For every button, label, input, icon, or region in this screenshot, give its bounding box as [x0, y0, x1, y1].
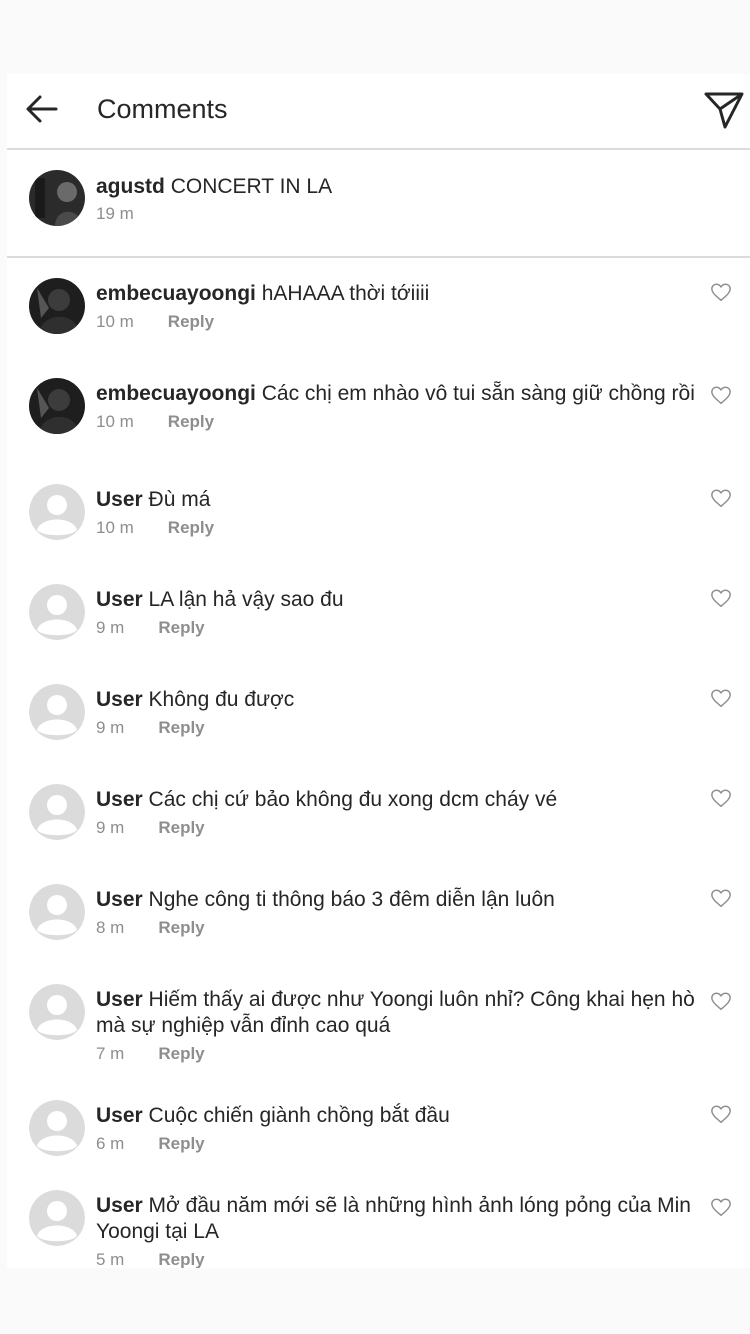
comment-text: Mở đầu năm mới sẽ là những hình ảnh lóng… [96, 1194, 691, 1243]
avatar[interactable] [29, 484, 85, 540]
comment-item: User Các chị cứ bảo không đu xong dcm ch… [7, 764, 750, 864]
comment-item: User Cuộc chiến giành chồng bắt đầu 6 m Re… [7, 1080, 750, 1170]
reply-button[interactable]: Reply [158, 818, 204, 837]
avatar[interactable] [29, 170, 85, 226]
comment-username[interactable]: User [96, 1194, 143, 1217]
heart-icon[interactable] [710, 1103, 732, 1125]
post-caption: agustd CONCERT IN LA 19 m [7, 150, 750, 258]
comment-time: 9 m [96, 818, 125, 837]
avatar[interactable] [29, 784, 85, 840]
comment-time: 10 m [96, 312, 134, 331]
comment-text: Nghe công ti thông báo 3 đêm diễn lận lu… [148, 888, 555, 911]
heart-icon[interactable] [710, 384, 732, 406]
comment-time: 9 m [96, 718, 125, 737]
reply-button[interactable]: Reply [158, 618, 204, 637]
comment-body: embecuayoongi Các chị em nhào vô tui sẵn… [96, 381, 696, 432]
caption-username[interactable]: agustd [96, 175, 165, 198]
heart-icon[interactable] [710, 990, 732, 1012]
heart-icon[interactable] [710, 1196, 732, 1218]
comment-body: User Đù má 10 m Reply [96, 487, 696, 538]
header-bar: Comments [7, 74, 750, 150]
reply-button[interactable]: Reply [158, 1250, 204, 1268]
avatar[interactable] [29, 684, 85, 740]
heart-icon[interactable] [710, 487, 732, 509]
comment-text: LA lận hả vậy sao đu [148, 588, 344, 611]
send-icon[interactable] [703, 89, 745, 131]
comment-time: 7 m [96, 1044, 125, 1063]
comment-item: User Đù má 10 m Reply [7, 464, 750, 564]
comment-username[interactable]: User [96, 588, 143, 611]
comment-text: Cuộc chiến giành chồng bắt đầu [148, 1104, 450, 1127]
reply-button[interactable]: Reply [168, 312, 214, 331]
back-arrow-icon[interactable] [25, 92, 59, 126]
comment-text: hAHAAA thời tớiiii [261, 282, 430, 305]
heart-icon[interactable] [710, 787, 732, 809]
comment-list: embecuayoongi hAHAAA thời tớiiii 10 m Repl… [7, 258, 750, 1268]
comment-username[interactable]: User [96, 1104, 143, 1127]
comment-username[interactable]: User [96, 788, 143, 811]
comment-username[interactable]: User [96, 888, 143, 911]
caption-text: CONCERT IN LA [170, 175, 333, 198]
heart-icon[interactable] [710, 587, 732, 609]
comment-time: 8 m [96, 918, 125, 937]
comment-item: User LA lận hả vậy sao đu 9 m Reply [7, 564, 750, 664]
avatar[interactable] [29, 884, 85, 940]
comment-item: User Mở đầu năm mới sẽ là những hình ảnh… [7, 1170, 750, 1268]
comment-body: User Cuộc chiến giành chồng bắt đầu 6 m Re… [96, 1103, 696, 1154]
comment-text: Các chị em nhào vô tui sẵn sàng giữ chồn… [261, 382, 695, 405]
reply-button[interactable]: Reply [168, 412, 214, 431]
comment-body: User Mở đầu năm mới sẽ là những hình ảnh… [96, 1193, 696, 1268]
comment-text: Không đu được [148, 688, 295, 711]
comment-body: User Hiếm thấy ai được như Yoongi luôn n… [96, 987, 696, 1064]
reply-button[interactable]: Reply [158, 1044, 204, 1063]
heart-icon[interactable] [710, 887, 732, 909]
comment-item: User Không đu được 9 m Reply [7, 664, 750, 764]
avatar[interactable] [29, 584, 85, 640]
comment-item: embecuayoongi Các chị em nhào vô tui sẵn… [7, 358, 750, 464]
avatar[interactable] [29, 1190, 85, 1246]
page-title: Comments [97, 94, 228, 124]
comment-time: 9 m [96, 618, 125, 637]
comment-time: 5 m [96, 1250, 125, 1268]
comment-text: Các chị cứ bảo không đu xong dcm cháy vé [148, 788, 558, 811]
comment-body: User LA lận hả vậy sao đu 9 m Reply [96, 587, 696, 638]
comment-body: User Nghe công ti thông báo 3 đêm diễn l… [96, 887, 696, 938]
comment-username[interactable]: User [96, 688, 143, 711]
reply-button[interactable]: Reply [158, 1134, 204, 1153]
comment-text: Hiếm thấy ai được như Yoongi luôn nhỉ? C… [96, 988, 695, 1037]
comment-time: 6 m [96, 1134, 125, 1153]
comment-username[interactable]: User [96, 488, 143, 511]
comment-username[interactable]: embecuayoongi [96, 382, 256, 405]
comments-screen: Comments agustd CONCERT IN LA 19 m embec… [7, 74, 750, 1268]
comment-body: User Không đu được 9 m Reply [96, 687, 696, 738]
heart-icon[interactable] [710, 687, 732, 709]
comment-item: User Hiếm thấy ai được như Yoongi luôn n… [7, 964, 750, 1080]
comment-username[interactable]: User [96, 988, 143, 1011]
avatar[interactable] [29, 1100, 85, 1156]
avatar[interactable] [29, 278, 85, 334]
comment-item: embecuayoongi hAHAAA thời tớiiii 10 m Repl… [7, 258, 750, 358]
reply-button[interactable]: Reply [158, 718, 204, 737]
comment-time: 10 m [96, 412, 134, 431]
reply-button[interactable]: Reply [168, 518, 214, 537]
comment-username[interactable]: embecuayoongi [96, 282, 256, 305]
heart-icon[interactable] [710, 281, 732, 303]
caption-time: 19 m [96, 204, 134, 223]
comment-item: User Nghe công ti thông báo 3 đêm diễn l… [7, 864, 750, 964]
avatar[interactable] [29, 984, 85, 1040]
comment-time: 10 m [96, 518, 134, 537]
comment-text: Đù má [148, 488, 211, 511]
caption-body: agustd CONCERT IN LA 19 m [96, 174, 332, 224]
comment-body: User Các chị cứ bảo không đu xong dcm ch… [96, 787, 696, 838]
reply-button[interactable]: Reply [158, 918, 204, 937]
avatar[interactable] [29, 378, 85, 434]
comment-body: embecuayoongi hAHAAA thời tớiiii 10 m Repl… [96, 281, 696, 332]
